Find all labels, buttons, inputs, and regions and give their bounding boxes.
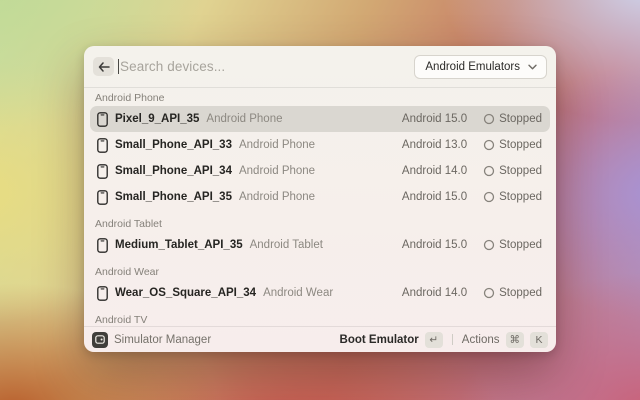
device-status-label: Stopped <box>499 239 542 251</box>
device-name: Small_Phone_API_35 <box>115 191 232 203</box>
stopped-circle-icon <box>483 113 495 125</box>
device-type: Android Phone <box>239 191 315 203</box>
stopped-circle-icon <box>483 239 495 251</box>
section-label: Android Phone <box>90 88 550 106</box>
device-name: Pixel_9_API_35 <box>115 113 199 125</box>
device-status-label: Stopped <box>499 165 542 177</box>
device-name: Small_Phone_API_33 <box>115 139 232 151</box>
command-key-badge: ⌘ <box>506 332 525 348</box>
device-type: Android Phone <box>239 165 315 177</box>
header-bar: Search devices... Android Emulators <box>84 46 556 88</box>
footer-bar: Simulator Manager Boot Emulator ↵ Action… <box>84 326 556 352</box>
device-status: Stopped <box>483 139 542 151</box>
desktop-background: Search devices... Android Emulators Andr… <box>0 0 640 400</box>
stopped-circle-icon <box>483 191 495 203</box>
back-button[interactable] <box>93 57 114 76</box>
device-os-version: Android 15.0 <box>402 191 467 203</box>
emulator-type-dropdown[interactable]: Android Emulators <box>414 55 547 79</box>
search-placeholder: Search devices... <box>120 59 225 74</box>
device-status: Stopped <box>483 113 542 125</box>
simulator-manager-app-icon <box>92 332 108 348</box>
device-row[interactable]: Medium_Tablet_API_35 Android Tablet Andr… <box>90 232 550 258</box>
device-type: Android Phone <box>206 113 282 125</box>
chevron-down-icon <box>528 64 537 70</box>
device-os-version: Android 13.0 <box>402 139 467 151</box>
device-status-label: Stopped <box>499 139 542 151</box>
device-name: Wear_OS_Square_API_34 <box>115 287 256 299</box>
footer-divider <box>452 334 453 345</box>
device-status: Stopped <box>483 165 542 177</box>
search-input[interactable]: Search devices... <box>118 59 414 74</box>
dropdown-selected-value: Android Emulators <box>425 61 520 73</box>
device-list: Android Phone Pixel_9_API_35 Android Pho… <box>84 88 556 326</box>
simulator-manager-window: Search devices... Android Emulators Andr… <box>84 46 556 352</box>
boot-emulator-button[interactable]: Boot Emulator <box>340 334 419 346</box>
device-row[interactable]: Small_Phone_API_34 Android Phone Android… <box>90 158 550 184</box>
device-status: Stopped <box>483 191 542 203</box>
device-name: Small_Phone_API_34 <box>115 165 232 177</box>
smartphone-icon <box>97 164 108 179</box>
device-row[interactable]: Pixel_9_API_35 Android Phone Android 15.… <box>90 106 550 132</box>
section-label: Android TV <box>90 306 550 326</box>
footer-app-name: Simulator Manager <box>114 334 211 346</box>
device-status: Stopped <box>483 239 542 251</box>
smartphone-icon <box>97 190 108 205</box>
device-os-version: Android 14.0 <box>402 287 467 299</box>
device-os-version: Android 15.0 <box>402 239 467 251</box>
section-label: Android Tablet <box>90 210 550 232</box>
text-cursor <box>118 59 119 74</box>
device-row[interactable]: Small_Phone_API_33 Android Phone Android… <box>90 132 550 158</box>
enter-key-badge: ↵ <box>425 332 443 348</box>
section-label: Android Wear <box>90 258 550 280</box>
smartphone-icon <box>97 112 108 127</box>
smartphone-icon <box>97 138 108 153</box>
stopped-circle-icon <box>483 165 495 177</box>
k-key-badge: K <box>530 332 548 348</box>
device-status-label: Stopped <box>499 113 542 125</box>
device-type: Android Tablet <box>250 239 323 251</box>
device-type: Android Phone <box>239 139 315 151</box>
stopped-circle-icon <box>483 139 495 151</box>
device-status: Stopped <box>483 287 542 299</box>
device-type: Android Wear <box>263 287 333 299</box>
device-status-label: Stopped <box>499 287 542 299</box>
smartphone-icon <box>97 238 108 253</box>
smartphone-icon <box>97 286 108 301</box>
device-name: Medium_Tablet_API_35 <box>115 239 243 251</box>
left-arrow-icon <box>98 62 110 72</box>
device-os-version: Android 14.0 <box>402 165 467 177</box>
device-status-label: Stopped <box>499 191 542 203</box>
stopped-circle-icon <box>483 287 495 299</box>
device-row[interactable]: Small_Phone_API_35 Android Phone Android… <box>90 184 550 210</box>
actions-button[interactable]: Actions <box>462 334 500 346</box>
device-row[interactable]: Wear_OS_Square_API_34 Android Wear Andro… <box>90 280 550 306</box>
device-os-version: Android 15.0 <box>402 113 467 125</box>
